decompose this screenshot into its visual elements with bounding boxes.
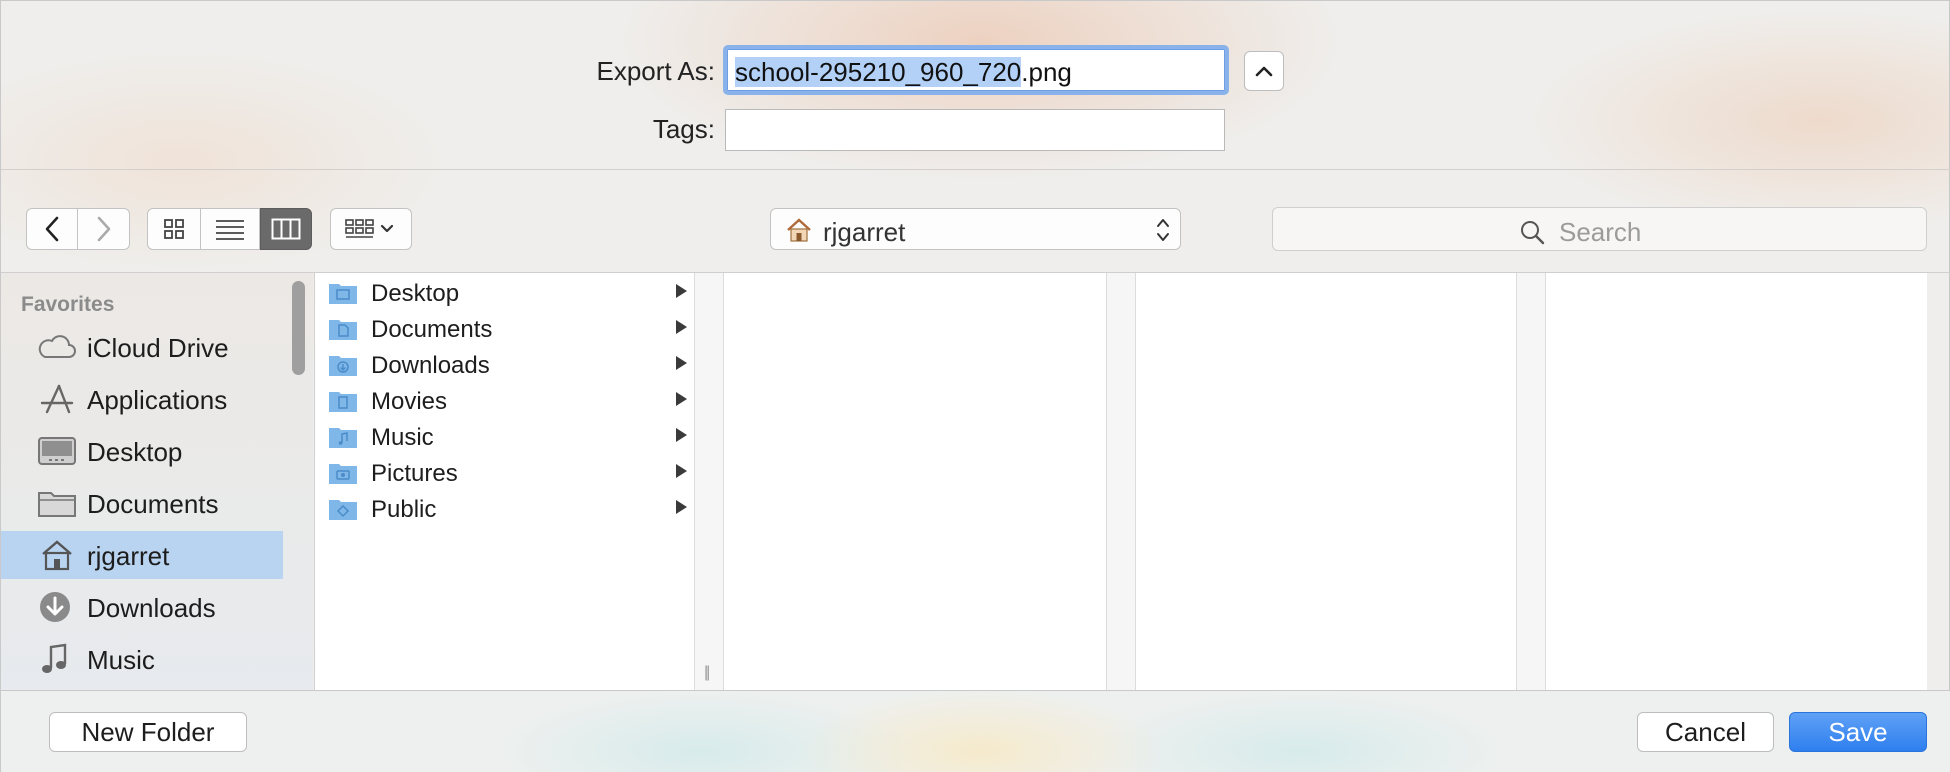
list-item-label: Downloads [371, 352, 490, 379]
group-icon [345, 219, 394, 238]
column-view-button[interactable] [260, 208, 312, 250]
column-divider[interactable] [1516, 273, 1546, 690]
new-folder-button[interactable]: New Folder [49, 712, 247, 752]
disclosure-arrow-icon [676, 392, 687, 406]
list-item-public[interactable]: Public [315, 491, 695, 527]
disclosure-arrow-icon [676, 320, 687, 334]
save-button[interactable]: Save [1789, 712, 1927, 752]
folder-icon [37, 487, 77, 519]
group-arrange-button[interactable] [330, 208, 412, 250]
browser-column-4 [1546, 273, 1927, 690]
list-item-label: Public [371, 496, 437, 523]
music-folder-icon [328, 425, 358, 449]
download-icon [37, 591, 77, 623]
list-item-label: Documents [371, 316, 493, 343]
stepper-icon [1156, 216, 1170, 249]
tags-label: Tags: [652, 114, 715, 144]
cloud-icon [37, 331, 77, 363]
list-icon [216, 220, 244, 240]
sidebar: Favorites iCloud Drive Applications Desk… [1, 273, 313, 690]
list-item-documents[interactable]: Documents [315, 311, 695, 347]
sidebar-item-label: Music [87, 645, 155, 675]
export-as-field[interactable]: school-295210_960_720.png [723, 45, 1229, 95]
pictures-folder-icon [328, 461, 358, 485]
location-popup[interactable]: rjgarret [770, 208, 1181, 250]
applications-icon [37, 383, 77, 415]
movies-folder-icon [328, 389, 358, 413]
search-placeholder: Search [1559, 217, 1642, 247]
chevron-right-icon [97, 216, 110, 242]
list-view-button[interactable] [201, 208, 260, 250]
disclosure-arrow-icon [676, 356, 687, 370]
disclosure-arrow-icon [676, 284, 687, 298]
location-label: rjgarret [823, 217, 906, 247]
sidebar-item-label: Desktop [87, 437, 183, 467]
grid-icon [164, 219, 184, 239]
sidebar-item-icloud-drive[interactable]: iCloud Drive [1, 323, 283, 371]
disclosure-arrow-icon [676, 464, 687, 478]
downloads-folder-icon [328, 353, 358, 377]
browser-column-2 [724, 273, 1106, 690]
filename-selection: school-295210_960_720 [735, 57, 1022, 87]
sidebar-item-applications[interactable]: Applications [1, 375, 283, 423]
top-divider [1, 169, 1950, 170]
sidebar-item-rjgarret[interactable]: rjgarret [1, 531, 283, 579]
list-item-label: Music [371, 424, 434, 451]
list-item-music[interactable]: Music [315, 419, 695, 455]
forward-button[interactable] [78, 208, 130, 250]
documents-folder-icon [328, 317, 358, 341]
sidebar-item-label: Applications [87, 385, 228, 415]
music-icon [37, 643, 77, 675]
favorites-heading: Favorites [21, 293, 115, 316]
sidebar-item-label: Documents [87, 489, 219, 519]
list-item-pictures[interactable]: Pictures [315, 455, 695, 491]
disclosure-arrow-icon [676, 428, 687, 442]
column-divider[interactable]: || [694, 273, 724, 690]
cancel-button[interactable]: Cancel [1637, 712, 1774, 752]
home-icon [37, 539, 77, 571]
sidebar-item-desktop[interactable]: Desktop [1, 427, 283, 475]
desktop-folder-icon [328, 281, 358, 305]
desktop-icon [37, 435, 77, 467]
column-divider[interactable] [1106, 273, 1136, 690]
column-resize-grip[interactable]: || [704, 664, 710, 682]
sidebar-item-downloads[interactable]: Downloads [1, 583, 283, 631]
export-filename-text: school-295210_960_720.png [735, 57, 1072, 88]
public-folder-icon [328, 497, 358, 521]
search-field[interactable]: Search [1272, 207, 1927, 251]
list-item-movies[interactable]: Movies [315, 383, 695, 419]
search-icon [1519, 219, 1545, 250]
chevron-up-icon [1255, 66, 1273, 77]
list-item-label: Desktop [371, 280, 460, 307]
save-dialog: Export As: school-295210_960_720.png Tag… [0, 0, 1950, 772]
browser-column-3 [1136, 273, 1516, 690]
sidebar-item-music[interactable]: Music [1, 635, 283, 683]
sidebar-item-label: iCloud Drive [87, 333, 229, 363]
export-as-label: Export As: [596, 56, 716, 86]
sidebar-scrollbar[interactable] [292, 281, 305, 375]
sidebar-item-label: rjgarret [87, 541, 170, 571]
sidebar-item-documents[interactable]: Documents [1, 479, 283, 527]
home-icon [785, 218, 813, 247]
tags-field[interactable] [725, 109, 1225, 151]
bottom-bar: New Folder Cancel Save [1, 691, 1950, 772]
list-item-desktop[interactable]: Desktop [315, 275, 695, 311]
collapse-dialog-button[interactable] [1244, 51, 1284, 91]
filename-extension: .png [1021, 57, 1072, 87]
chevron-left-icon [45, 216, 59, 242]
icon-view-button[interactable] [147, 208, 201, 250]
back-button[interactable] [26, 208, 78, 250]
sidebar-item-label: Downloads [87, 593, 216, 623]
list-item-label: Movies [371, 388, 448, 415]
list-item-label: Pictures [371, 460, 458, 487]
list-item-downloads[interactable]: Downloads [315, 347, 695, 383]
columns-icon [271, 218, 301, 240]
browser-column-1: Desktop Documents Downloads Movies Music… [314, 273, 694, 690]
disclosure-arrow-icon [676, 500, 687, 514]
